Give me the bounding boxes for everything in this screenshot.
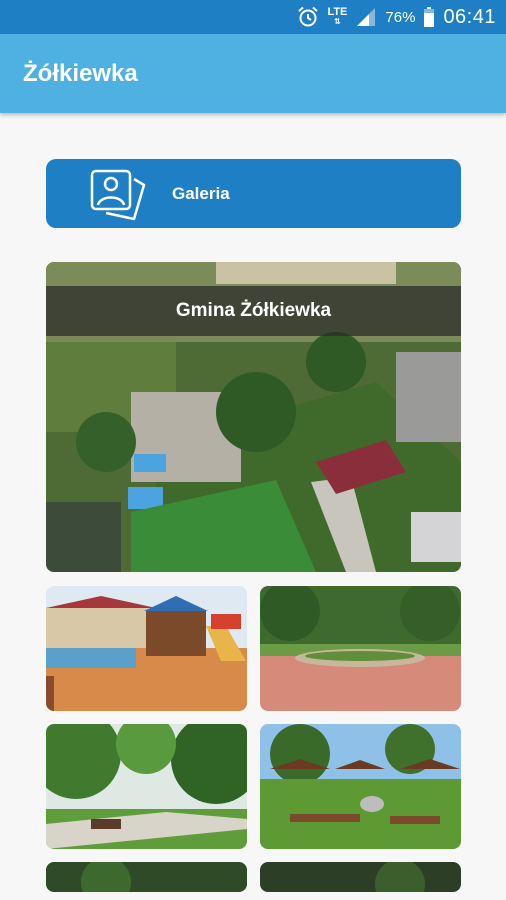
alley-tile[interactable] bbox=[46, 724, 247, 849]
photo-tile-5[interactable] bbox=[46, 862, 247, 892]
clock: 06:41 bbox=[443, 5, 496, 28]
picnic-photo bbox=[260, 724, 461, 849]
playground-tile[interactable] bbox=[46, 586, 247, 711]
photo-tile-6[interactable] bbox=[260, 862, 461, 892]
hero-caption: Gmina Żółkiewka bbox=[46, 286, 461, 336]
app-title: Żółkiewka bbox=[23, 60, 138, 87]
picnic-tile[interactable] bbox=[260, 724, 461, 849]
battery-percent: 76% bbox=[385, 8, 416, 26]
alarm-icon bbox=[298, 6, 319, 27]
playground-photo bbox=[46, 586, 247, 711]
park-photo bbox=[260, 586, 461, 711]
hero-tile[interactable]: Gmina Żółkiewka bbox=[46, 262, 461, 572]
status-icons: LTE ⇅ 76% 06:41 bbox=[297, 0, 496, 34]
tile-5-photo bbox=[46, 862, 247, 892]
park-tile[interactable] bbox=[260, 586, 461, 711]
gallery-label: Galeria bbox=[172, 184, 230, 203]
status-bar: LTE ⇅ 76% 06:41 bbox=[0, 0, 506, 34]
gallery-button[interactable]: Galeria bbox=[46, 159, 461, 228]
battery-icon bbox=[424, 7, 435, 27]
app-bar: Żółkiewka bbox=[0, 34, 506, 113]
signal-icon bbox=[357, 8, 376, 26]
photo-gallery-icon bbox=[90, 169, 146, 221]
alley-photo bbox=[46, 724, 247, 849]
tile-6-photo bbox=[260, 862, 461, 892]
network-type: LTE ⇅ bbox=[327, 6, 348, 27]
